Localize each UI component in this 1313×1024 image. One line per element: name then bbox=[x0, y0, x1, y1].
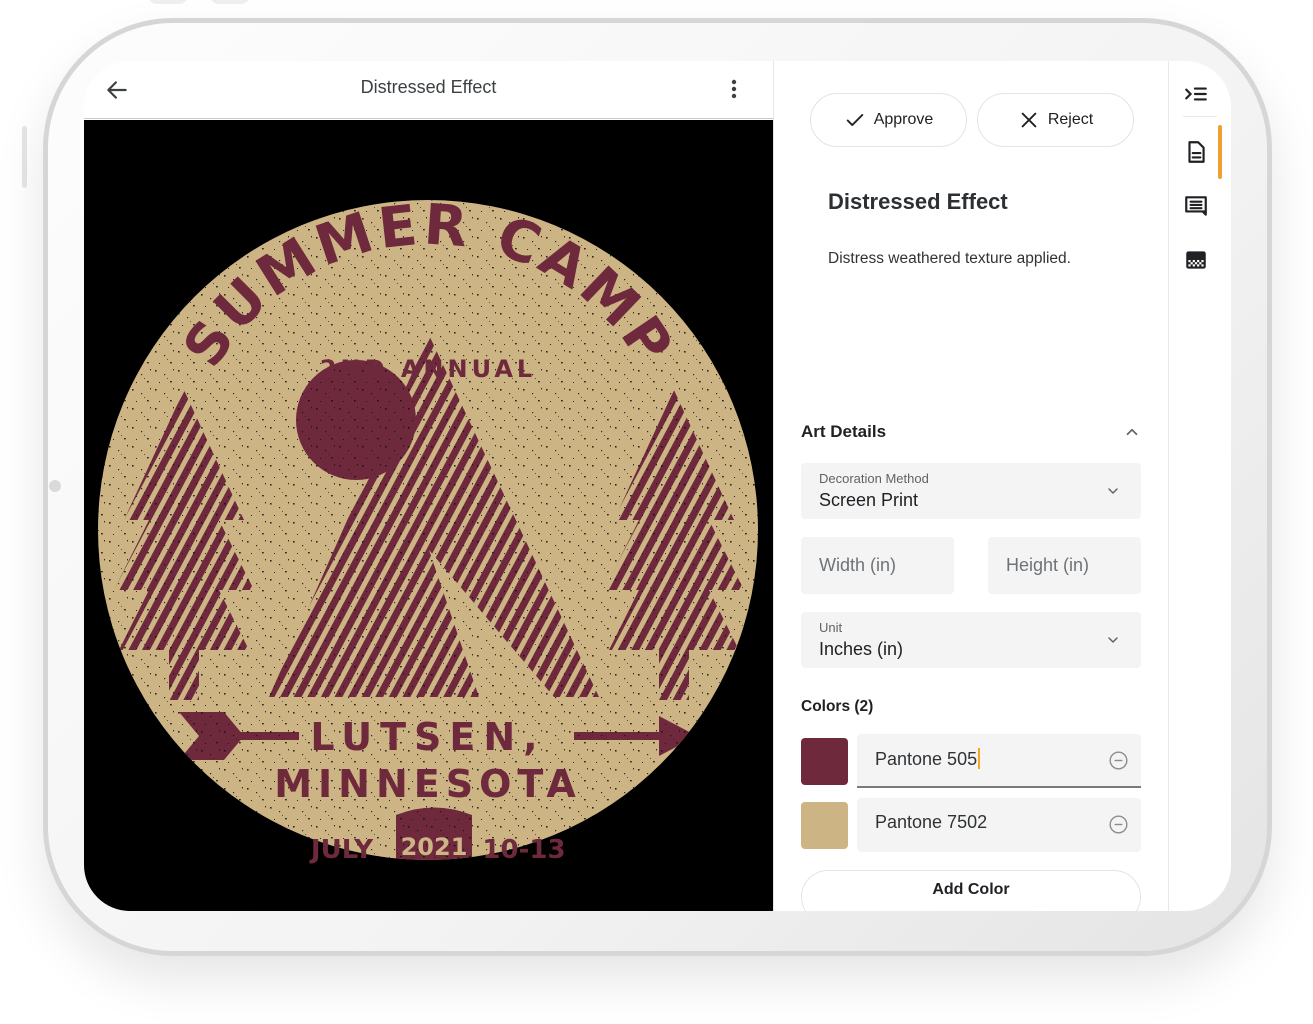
document-icon[interactable] bbox=[1183, 139, 1209, 165]
text-cursor bbox=[978, 748, 980, 769]
colors-heading: Colors (2) bbox=[801, 698, 874, 715]
color-swatch[interactable] bbox=[801, 802, 848, 849]
chevron-down-icon bbox=[1108, 637, 1118, 643]
active-tab-indicator bbox=[1218, 125, 1222, 179]
reject-label: Reject bbox=[1047, 111, 1094, 128]
art-details-header[interactable]: Art Details bbox=[801, 422, 1141, 442]
step-title: Distressed Effect bbox=[828, 189, 1008, 214]
rail-divider bbox=[1183, 116, 1217, 117]
summer-camp-artwork: SUMMER CAMP 2ND ANNUAL LUTSEN, MINNESOTA… bbox=[98, 192, 758, 865]
step-description: Distress weathered texture applied. bbox=[828, 250, 1071, 267]
badge-subtitle-text: 2ND ANNUAL bbox=[320, 355, 536, 383]
height-input[interactable]: Height (in) bbox=[988, 537, 1141, 594]
device-camera-dot bbox=[49, 480, 61, 492]
add-color-label: Add Color bbox=[932, 881, 1010, 898]
device-side-button bbox=[22, 126, 27, 188]
approve-label: Approve bbox=[873, 111, 934, 128]
color-swatch[interactable] bbox=[801, 738, 848, 785]
color-name-input[interactable]: Pantone 505 bbox=[857, 734, 1141, 788]
check-icon bbox=[846, 114, 863, 126]
texture-icon[interactable] bbox=[1183, 247, 1209, 273]
unit-value: Inches (in) bbox=[819, 639, 904, 659]
comment-icon[interactable] bbox=[1183, 193, 1209, 219]
width-input[interactable]: Width (in) bbox=[801, 537, 954, 594]
remove-circle-icon[interactable] bbox=[1108, 814, 1129, 835]
badge-location-line1: LUTSEN, bbox=[310, 715, 545, 759]
more-vertical-icon[interactable] bbox=[725, 77, 743, 101]
decoration-method-select[interactable]: Decoration Method Screen Print bbox=[801, 463, 1141, 519]
decoration-method-value: Screen Print bbox=[819, 490, 919, 510]
badge-days-text: 10-13 bbox=[482, 835, 565, 865]
page-title: Distressed Effect bbox=[360, 77, 497, 97]
review-actions: Approve Reject bbox=[810, 93, 1134, 147]
color-name-value: Pantone 7502 bbox=[875, 812, 988, 832]
unit-select[interactable]: Unit Inches (in) bbox=[801, 612, 1141, 668]
preview-header: Distressed Effect bbox=[84, 61, 773, 119]
details-panel: Approve Reject Distressed Effect Distres… bbox=[773, 61, 1168, 911]
device-top-button-1 bbox=[148, 0, 188, 4]
remove-circle-icon[interactable] bbox=[1108, 750, 1129, 771]
badge-location-line2: MINNESOTA bbox=[274, 762, 582, 806]
chevron-up-icon[interactable] bbox=[1123, 423, 1141, 441]
approve-button[interactable]: Approve bbox=[810, 93, 967, 147]
chevron-down-icon bbox=[1108, 488, 1118, 494]
unit-label: Unit bbox=[819, 620, 843, 635]
badge-month-text: JULY bbox=[309, 835, 374, 865]
color-name-value: Pantone 505 bbox=[875, 749, 978, 769]
badge-year-text: 2021 bbox=[401, 833, 468, 861]
reject-button[interactable]: Reject bbox=[977, 93, 1134, 147]
decoration-method-label: Decoration Method bbox=[819, 471, 929, 486]
color-name-input[interactable]: Pantone 7502 bbox=[857, 798, 1141, 852]
device-top-button-2 bbox=[210, 0, 250, 4]
add-color-button[interactable]: Add Color bbox=[801, 870, 1141, 911]
close-icon bbox=[1021, 112, 1037, 128]
preview-pane: Distressed Effect SUMMER CAMP 2ND ANNUAL… bbox=[84, 61, 773, 911]
width-placeholder: Width (in) bbox=[819, 555, 897, 575]
collapse-panel-icon[interactable] bbox=[1183, 81, 1209, 107]
height-placeholder: Height (in) bbox=[1006, 555, 1090, 575]
side-rail bbox=[1168, 61, 1231, 911]
art-details-heading: Art Details bbox=[801, 422, 887, 441]
app-screen: Distressed Effect SUMMER CAMP 2ND ANNUAL… bbox=[84, 61, 1231, 911]
artwork-canvas: SUMMER CAMP 2ND ANNUAL LUTSEN, MINNESOTA… bbox=[84, 120, 773, 911]
